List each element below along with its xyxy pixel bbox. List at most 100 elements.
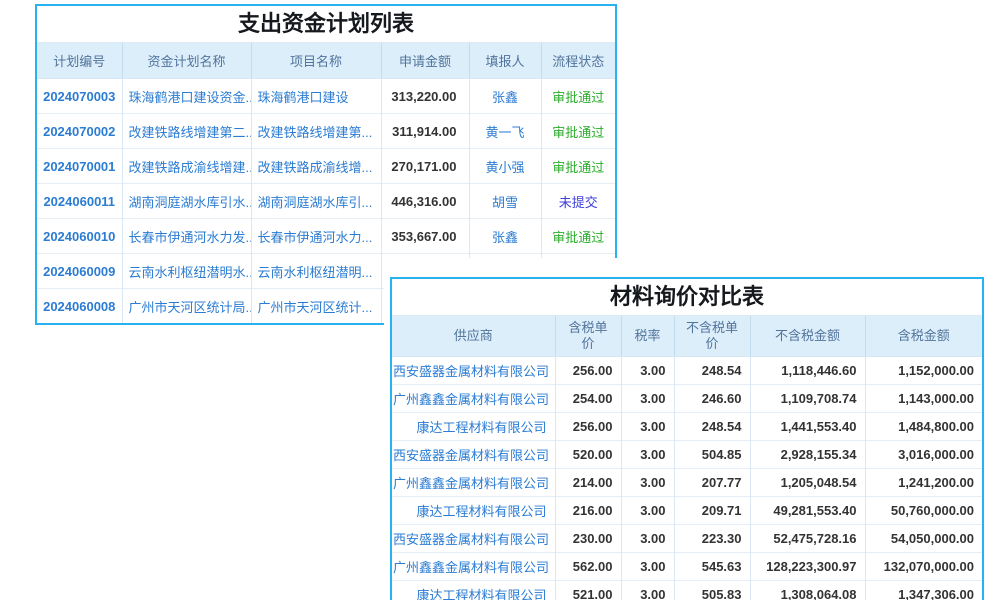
cell-amount-excl-tax: 128,223,300.97 bbox=[750, 553, 865, 581]
cell-status: 审批通过 bbox=[541, 114, 615, 149]
cell-plan-name[interactable]: 云南水利枢纽潜明水... bbox=[122, 254, 251, 289]
cell-price-excl-tax: 246.60 bbox=[674, 385, 750, 413]
cell-price-incl-tax: 256.00 bbox=[555, 357, 621, 385]
cell-price-incl-tax: 216.00 bbox=[555, 497, 621, 525]
table-row: 广州鑫鑫金属材料有限公司214.003.00207.771,205,048.54… bbox=[392, 469, 982, 497]
cell-project-name[interactable]: 长春市伊通河水力... bbox=[251, 219, 381, 254]
cell-price-incl-tax: 230.00 bbox=[555, 525, 621, 553]
cell-reporter[interactable]: 黄小强 bbox=[469, 149, 541, 184]
col-header-amount-incl-tax: 含税金额 bbox=[865, 316, 982, 357]
cell-amount: 313,220.00 bbox=[381, 79, 469, 114]
cell-supplier[interactable]: 广州鑫鑫金属材料有限公司 bbox=[392, 385, 555, 413]
cell-amount-incl-tax: 50,760,000.00 bbox=[865, 497, 982, 525]
cell-price-excl-tax: 504.85 bbox=[674, 441, 750, 469]
table-row: 西安盛器金属材料有限公司256.003.00248.541,118,446.60… bbox=[392, 357, 982, 385]
cell-supplier[interactable]: 西安盛器金属材料有限公司 bbox=[392, 357, 555, 385]
cell-amount-incl-tax: 54,050,000.00 bbox=[865, 525, 982, 553]
cell-amount-incl-tax: 1,152,000.00 bbox=[865, 357, 982, 385]
col-header-price-incl-tax: 含税单价 bbox=[555, 316, 621, 357]
cell-amount-incl-tax: 1,143,000.00 bbox=[865, 385, 982, 413]
cell-price-excl-tax: 505.83 bbox=[674, 581, 750, 600]
col-header-status: 流程状态 bbox=[541, 43, 615, 79]
cell-project-name[interactable]: 湖南洞庭湖水库引... bbox=[251, 184, 381, 219]
material-quote-header: 供应商 含税单价 税率 不含税单价 不含税金额 含税金额 bbox=[392, 316, 982, 357]
table-row: 2024070002改建铁路线增建第二...改建铁路线增建第...311,914… bbox=[37, 114, 615, 149]
cell-amount: 311,914.00 bbox=[381, 114, 469, 149]
cell-project-name[interactable]: 珠海鹤港口建设 bbox=[251, 79, 381, 114]
cell-amount-incl-tax: 132,070,000.00 bbox=[865, 553, 982, 581]
cell-supplier[interactable]: 西安盛器金属材料有限公司 bbox=[392, 525, 555, 553]
table-row: 2024070003珠海鹤港口建设资金...珠海鹤港口建设313,220.00张… bbox=[37, 79, 615, 114]
table-row: 2024070001改建铁路成渝线增建...改建铁路成渝线增...270,171… bbox=[37, 149, 615, 184]
cell-status: 审批通过 bbox=[541, 219, 615, 254]
cell-reporter[interactable]: 张鑫 bbox=[469, 219, 541, 254]
cell-tax-rate: 3.00 bbox=[621, 357, 674, 385]
col-header-plan-no: 计划编号 bbox=[37, 43, 122, 79]
cell-price-excl-tax: 248.54 bbox=[674, 413, 750, 441]
header-row: 计划编号 资金计划名称 项目名称 申请金额 填报人 流程状态 bbox=[37, 43, 615, 79]
cell-plan-no[interactable]: 2024060011 bbox=[37, 184, 122, 219]
cell-amount: 446,316.00 bbox=[381, 184, 469, 219]
cell-supplier[interactable]: 康达工程材料有限公司 bbox=[392, 413, 555, 441]
cell-reporter[interactable]: 张鑫 bbox=[469, 79, 541, 114]
col-header-plan-name: 资金计划名称 bbox=[122, 43, 251, 79]
material-quote-table: 供应商 含税单价 税率 不含税单价 不含税金额 含税金额 西安盛器金属材料有限公… bbox=[392, 316, 982, 600]
cell-supplier[interactable]: 西安盛器金属材料有限公司 bbox=[392, 441, 555, 469]
cell-supplier[interactable]: 广州鑫鑫金属材料有限公司 bbox=[392, 469, 555, 497]
cell-plan-name[interactable]: 改建铁路成渝线增建... bbox=[122, 149, 251, 184]
cell-amount-excl-tax: 52,475,728.16 bbox=[750, 525, 865, 553]
cell-amount-excl-tax: 49,281,553.40 bbox=[750, 497, 865, 525]
cell-plan-name[interactable]: 广州市天河区统计局... bbox=[122, 289, 251, 324]
cell-plan-no[interactable]: 2024060010 bbox=[37, 219, 122, 254]
cell-plan-no[interactable]: 2024070003 bbox=[37, 79, 122, 114]
cell-price-incl-tax: 214.00 bbox=[555, 469, 621, 497]
cell-status: 审批通过 bbox=[541, 149, 615, 184]
cell-project-name[interactable]: 改建铁路线增建第... bbox=[251, 114, 381, 149]
expenditure-plan-title: 支出资金计划列表 bbox=[37, 6, 615, 43]
header-row: 供应商 含税单价 税率 不含税单价 不含税金额 含税金额 bbox=[392, 316, 982, 357]
cell-tax-rate: 3.00 bbox=[621, 441, 674, 469]
col-header-amount-excl-tax: 不含税金额 bbox=[750, 316, 865, 357]
col-header-project-name: 项目名称 bbox=[251, 43, 381, 79]
table-row: 康达工程材料有限公司216.003.00209.7149,281,553.405… bbox=[392, 497, 982, 525]
cell-tax-rate: 3.00 bbox=[621, 553, 674, 581]
cell-plan-no[interactable]: 2024060009 bbox=[37, 254, 122, 289]
cell-tax-rate: 3.00 bbox=[621, 525, 674, 553]
cell-plan-no[interactable]: 2024070001 bbox=[37, 149, 122, 184]
cell-amount-excl-tax: 1,308,064.08 bbox=[750, 581, 865, 600]
cell-supplier[interactable]: 广州鑫鑫金属材料有限公司 bbox=[392, 553, 555, 581]
cell-status: 审批通过 bbox=[541, 79, 615, 114]
cell-plan-no[interactable]: 2024060008 bbox=[37, 289, 122, 324]
cell-price-incl-tax: 256.00 bbox=[555, 413, 621, 441]
cell-project-name[interactable]: 广州市天河区统计... bbox=[251, 289, 381, 324]
cell-plan-name[interactable]: 长春市伊通河水力发... bbox=[122, 219, 251, 254]
cell-project-name[interactable]: 改建铁路成渝线增... bbox=[251, 149, 381, 184]
material-quote-panel: 材料询价对比表 供应商 含税单价 税率 不含税单价 不含税金额 含税金额 bbox=[384, 258, 990, 600]
cell-amount-excl-tax: 1,109,708.74 bbox=[750, 385, 865, 413]
cell-reporter[interactable]: 黄一飞 bbox=[469, 114, 541, 149]
col-header-tax-rate: 税率 bbox=[621, 316, 674, 357]
cell-amount-excl-tax: 2,928,155.34 bbox=[750, 441, 865, 469]
cell-plan-name[interactable]: 珠海鹤港口建设资金... bbox=[122, 79, 251, 114]
cell-tax-rate: 3.00 bbox=[621, 413, 674, 441]
cell-reporter[interactable]: 胡雪 bbox=[469, 184, 541, 219]
cell-amount-incl-tax: 1,484,800.00 bbox=[865, 413, 982, 441]
page: 支出资金计划列表 计划编号 资金计划名称 项目名称 申请金额 填报人 流程状态 bbox=[0, 0, 1000, 600]
cell-supplier[interactable]: 康达工程材料有限公司 bbox=[392, 497, 555, 525]
expenditure-plan-header: 计划编号 资金计划名称 项目名称 申请金额 填报人 流程状态 bbox=[37, 43, 615, 79]
col-header-price-excl-tax: 不含税单价 bbox=[674, 316, 750, 357]
cell-price-excl-tax: 223.30 bbox=[674, 525, 750, 553]
table-row: 广州鑫鑫金属材料有限公司562.003.00545.63128,223,300.… bbox=[392, 553, 982, 581]
cell-plan-no[interactable]: 2024070002 bbox=[37, 114, 122, 149]
cell-plan-name[interactable]: 湖南洞庭湖水库引水... bbox=[122, 184, 251, 219]
cell-project-name[interactable]: 云南水利枢纽潜明... bbox=[251, 254, 381, 289]
cell-supplier[interactable]: 康达工程材料有限公司 bbox=[392, 581, 555, 600]
cell-plan-name[interactable]: 改建铁路线增建第二... bbox=[122, 114, 251, 149]
table-row: 西安盛器金属材料有限公司520.003.00504.852,928,155.34… bbox=[392, 441, 982, 469]
table-row: 康达工程材料有限公司256.003.00248.541,441,553.401,… bbox=[392, 413, 982, 441]
cell-price-incl-tax: 254.00 bbox=[555, 385, 621, 413]
table-row: 2024060011湖南洞庭湖水库引水...湖南洞庭湖水库引...446,316… bbox=[37, 184, 615, 219]
cell-amount: 353,667.00 bbox=[381, 219, 469, 254]
material-quote-title: 材料询价对比表 bbox=[392, 279, 982, 316]
cell-tax-rate: 3.00 bbox=[621, 497, 674, 525]
